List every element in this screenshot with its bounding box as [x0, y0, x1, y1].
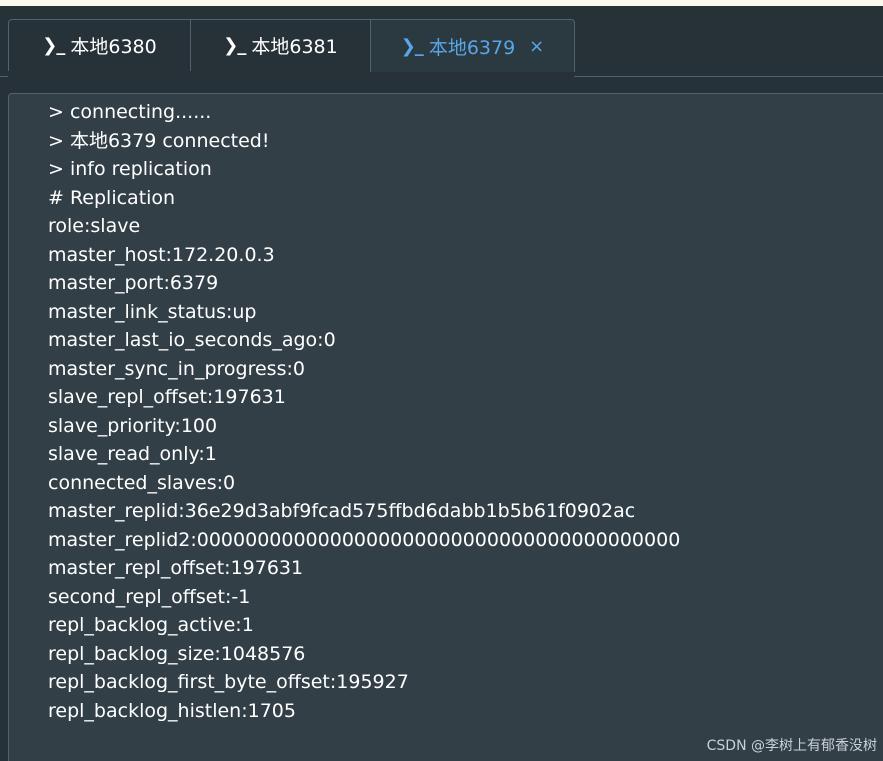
- console-lines: > connecting...... > 本地6379 connected! >…: [48, 98, 680, 725]
- console-line: role:slave: [48, 215, 141, 237]
- console-line: slave_repl_offset:197631: [48, 386, 286, 408]
- console-line: connected_slaves:0: [48, 471, 236, 494]
- tab-divider: [574, 76, 883, 77]
- console-line: master_link_status:up: [48, 300, 257, 323]
- tab-label: 本地6380: [70, 36, 157, 58]
- console-line: master_host:172.20.0.3: [48, 243, 275, 266]
- console-line: repl_backlog_active:1: [48, 614, 254, 636]
- tab-label: 本地6379: [428, 36, 516, 59]
- console-line: master_last_io_seconds_ago:0: [48, 329, 336, 351]
- watermark: CSDN @李树上有郁香没树: [706, 738, 877, 754]
- terminal-icon: ❯_: [42, 35, 65, 56]
- tab-local-6381[interactable]: ❯_ 本地6381: [190, 19, 371, 71]
- tab-label: 本地6381: [251, 36, 338, 58]
- console-line: slave_read_only:1: [48, 443, 217, 465]
- terminal-icon: ❯_: [223, 35, 246, 56]
- console-line: master_sync_in_progress:0: [48, 357, 305, 380]
- console-line: master_replid:36e29d3abf9fcad575ffbd6dab…: [48, 500, 636, 522]
- console-line: slave_priority:100: [48, 414, 218, 437]
- console-line: repl_backlog_size:1048576: [48, 642, 306, 665]
- tab-divider: [0, 76, 8, 77]
- tab-bar: ❯_ 本地6380 ❯_ 本地6381 ❯_ 本地6379 ×: [0, 6, 883, 77]
- console-line: repl_backlog_histlen:1705: [48, 699, 296, 722]
- console-line: # Replication: [48, 186, 176, 209]
- console-line: master_replid2:0000000000000000000000000…: [48, 528, 681, 551]
- close-icon[interactable]: ×: [529, 36, 544, 57]
- console-line: > 本地6379 connected!: [48, 129, 270, 152]
- console-line: > connecting......: [48, 101, 212, 123]
- console-output[interactable]: > connecting...... > 本地6379 connected! >…: [8, 93, 883, 761]
- console-line: repl_backlog_first_byte_offset:195927: [48, 671, 409, 693]
- console-line: > info replication: [48, 158, 212, 180]
- tab-local-6380[interactable]: ❯_ 本地6380: [8, 19, 191, 71]
- console-line: master_port:6379: [48, 272, 219, 294]
- console-line: master_repl_offset:197631: [48, 557, 304, 579]
- tab-local-6379[interactable]: ❯_ 本地6379 ×: [370, 19, 575, 72]
- terminal-icon: ❯_: [400, 35, 424, 57]
- console-line: second_repl_offset:-1: [48, 585, 251, 608]
